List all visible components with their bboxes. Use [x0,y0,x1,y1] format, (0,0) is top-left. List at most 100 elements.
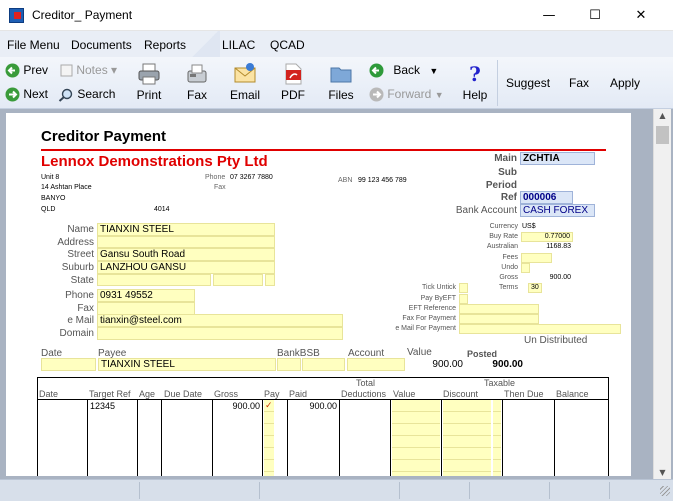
pdf-icon [285,63,302,85]
postcode-field[interactable] [213,274,263,286]
email-field[interactable]: tianxin@steel.com [97,314,343,327]
suburb-field[interactable]: LANZHOU GANSU [97,261,275,274]
minimize-button[interactable]: — [526,0,572,31]
pay-tick-column[interactable] [264,400,274,476]
maximize-button[interactable]: ☐ [572,0,618,31]
email-button[interactable]: Email [226,62,264,102]
row-pay-checkmark[interactable]: ✓ [265,400,273,411]
fax-label: Fax [186,88,207,102]
apply-button[interactable]: Apply [610,76,640,90]
forward-label: Forward [387,87,432,101]
value-input-column[interactable] [392,400,440,476]
forward-button[interactable]: Forward ▼ [369,87,447,102]
pay-date-field[interactable] [41,358,96,371]
account-field[interactable] [347,358,405,371]
abn-value: 99 123 456 789 [358,177,407,184]
discount-input-column[interactable] [443,400,491,476]
vertical-scrollbar[interactable]: ▲ ▼ [653,109,671,479]
state-field[interactable] [97,274,211,286]
menu-lilac[interactable]: LILAC [222,38,255,52]
bsb-field[interactable] [302,358,345,371]
bank-account-field[interactable]: CASH FOREX [520,204,595,217]
terms-field[interactable]: 30 [528,283,542,293]
status-cell [550,482,610,499]
document-page: Creditor Payment Lennox Demonstrations P… [6,113,631,476]
menu-documents[interactable]: Documents [71,38,132,52]
due-date-column-header: Due Date [164,389,203,399]
fees-field[interactable] [521,253,552,263]
title-rule [41,149,606,151]
column-divider [87,400,88,476]
fax-button[interactable]: Fax [179,62,215,102]
column-divider [262,400,263,476]
pdf-button[interactable]: PDF [276,62,310,102]
folder-icon [330,67,352,83]
next-button[interactable]: Next [5,87,55,102]
ref-field[interactable]: 000006 [520,191,573,204]
balance-column-header: Balance [556,389,589,399]
state-label: State [70,275,94,286]
fax-action-button[interactable]: Fax [569,76,589,90]
scroll-down-icon[interactable]: ▼ [654,468,671,477]
address-label: Address [57,237,94,248]
main-field[interactable]: ZCHTIA [520,152,595,165]
resize-grip-icon[interactable] [660,486,670,496]
taxable-header: Taxable [484,378,516,388]
company-fax-label: Fax [214,184,226,191]
value-column-header: Value [393,389,416,399]
scroll-up-icon[interactable]: ▲ [654,111,671,120]
deductions-column-header: Deductions [341,389,387,399]
bank-field[interactable] [277,358,301,371]
pay-value: 900.00 [432,359,463,370]
company-phone-label: Phone [205,174,226,181]
printer-icon [138,63,160,85]
back-button[interactable]: Back ▼ [369,63,447,78]
menu-reports[interactable]: Reports [144,38,186,52]
bank-account-label: Bank Account [455,205,517,216]
prev-button[interactable]: Prev [5,63,55,78]
buy-rate-field[interactable]: 0.77000 [521,232,573,242]
help-button[interactable]: ? Help [459,62,491,102]
suggest-button[interactable]: Suggest [506,76,550,90]
name-label: Name [67,224,94,235]
australian-value: 1168.83 [546,243,571,250]
payee-field[interactable]: TIANXIN STEEL [98,358,276,371]
print-button[interactable]: Print [131,62,167,102]
close-button[interactable]: ✕ [618,0,664,31]
address-line-3: BANYO [41,195,66,202]
help-label: Help [462,88,488,102]
tick-untick-checkbox[interactable] [459,283,468,293]
scroll-thumb[interactable] [656,126,669,144]
period-label: Period [485,180,517,191]
column-divider [339,400,340,476]
address-postcode: 4014 [154,206,170,213]
notes-button[interactable]: Notes ▾ [60,63,125,77]
country-field[interactable] [265,274,275,286]
eft-reference-field[interactable] [459,304,539,314]
taxable-input-column[interactable] [493,400,501,476]
table-header-rule [37,399,609,400]
domain-label: Domain [59,328,94,339]
street-label: Street [67,249,94,260]
tick-untick-label: Tick Untick [422,284,456,291]
name-field[interactable]: TIANXIN STEEL [97,223,275,236]
buy-rate-label: Buy Rate [489,233,518,240]
menu-qcad[interactable]: QCAD [270,38,305,52]
email-for-payment-field[interactable] [459,324,621,334]
search-label: Search [77,87,116,101]
pay-by-eft-checkbox[interactable] [459,294,468,304]
fax-for-payment-field[interactable] [459,314,539,324]
australian-label: Australian [486,243,518,250]
address-field[interactable] [97,236,275,248]
phone-field[interactable]: 0931 49552 [97,289,195,302]
currency-value: US$ [522,223,536,230]
undo-checkbox[interactable] [521,263,530,273]
files-button[interactable]: Files [324,62,358,102]
street-field[interactable]: Gansu South Road [97,248,275,261]
menu-file[interactable]: File Menu [7,38,60,52]
column-divider [390,400,391,476]
domain-field[interactable] [97,327,343,340]
search-button[interactable]: Search [58,87,123,102]
then-due-column-header: Then Due [504,389,544,399]
address-line-2: 14 Ashtan Place [41,184,92,191]
